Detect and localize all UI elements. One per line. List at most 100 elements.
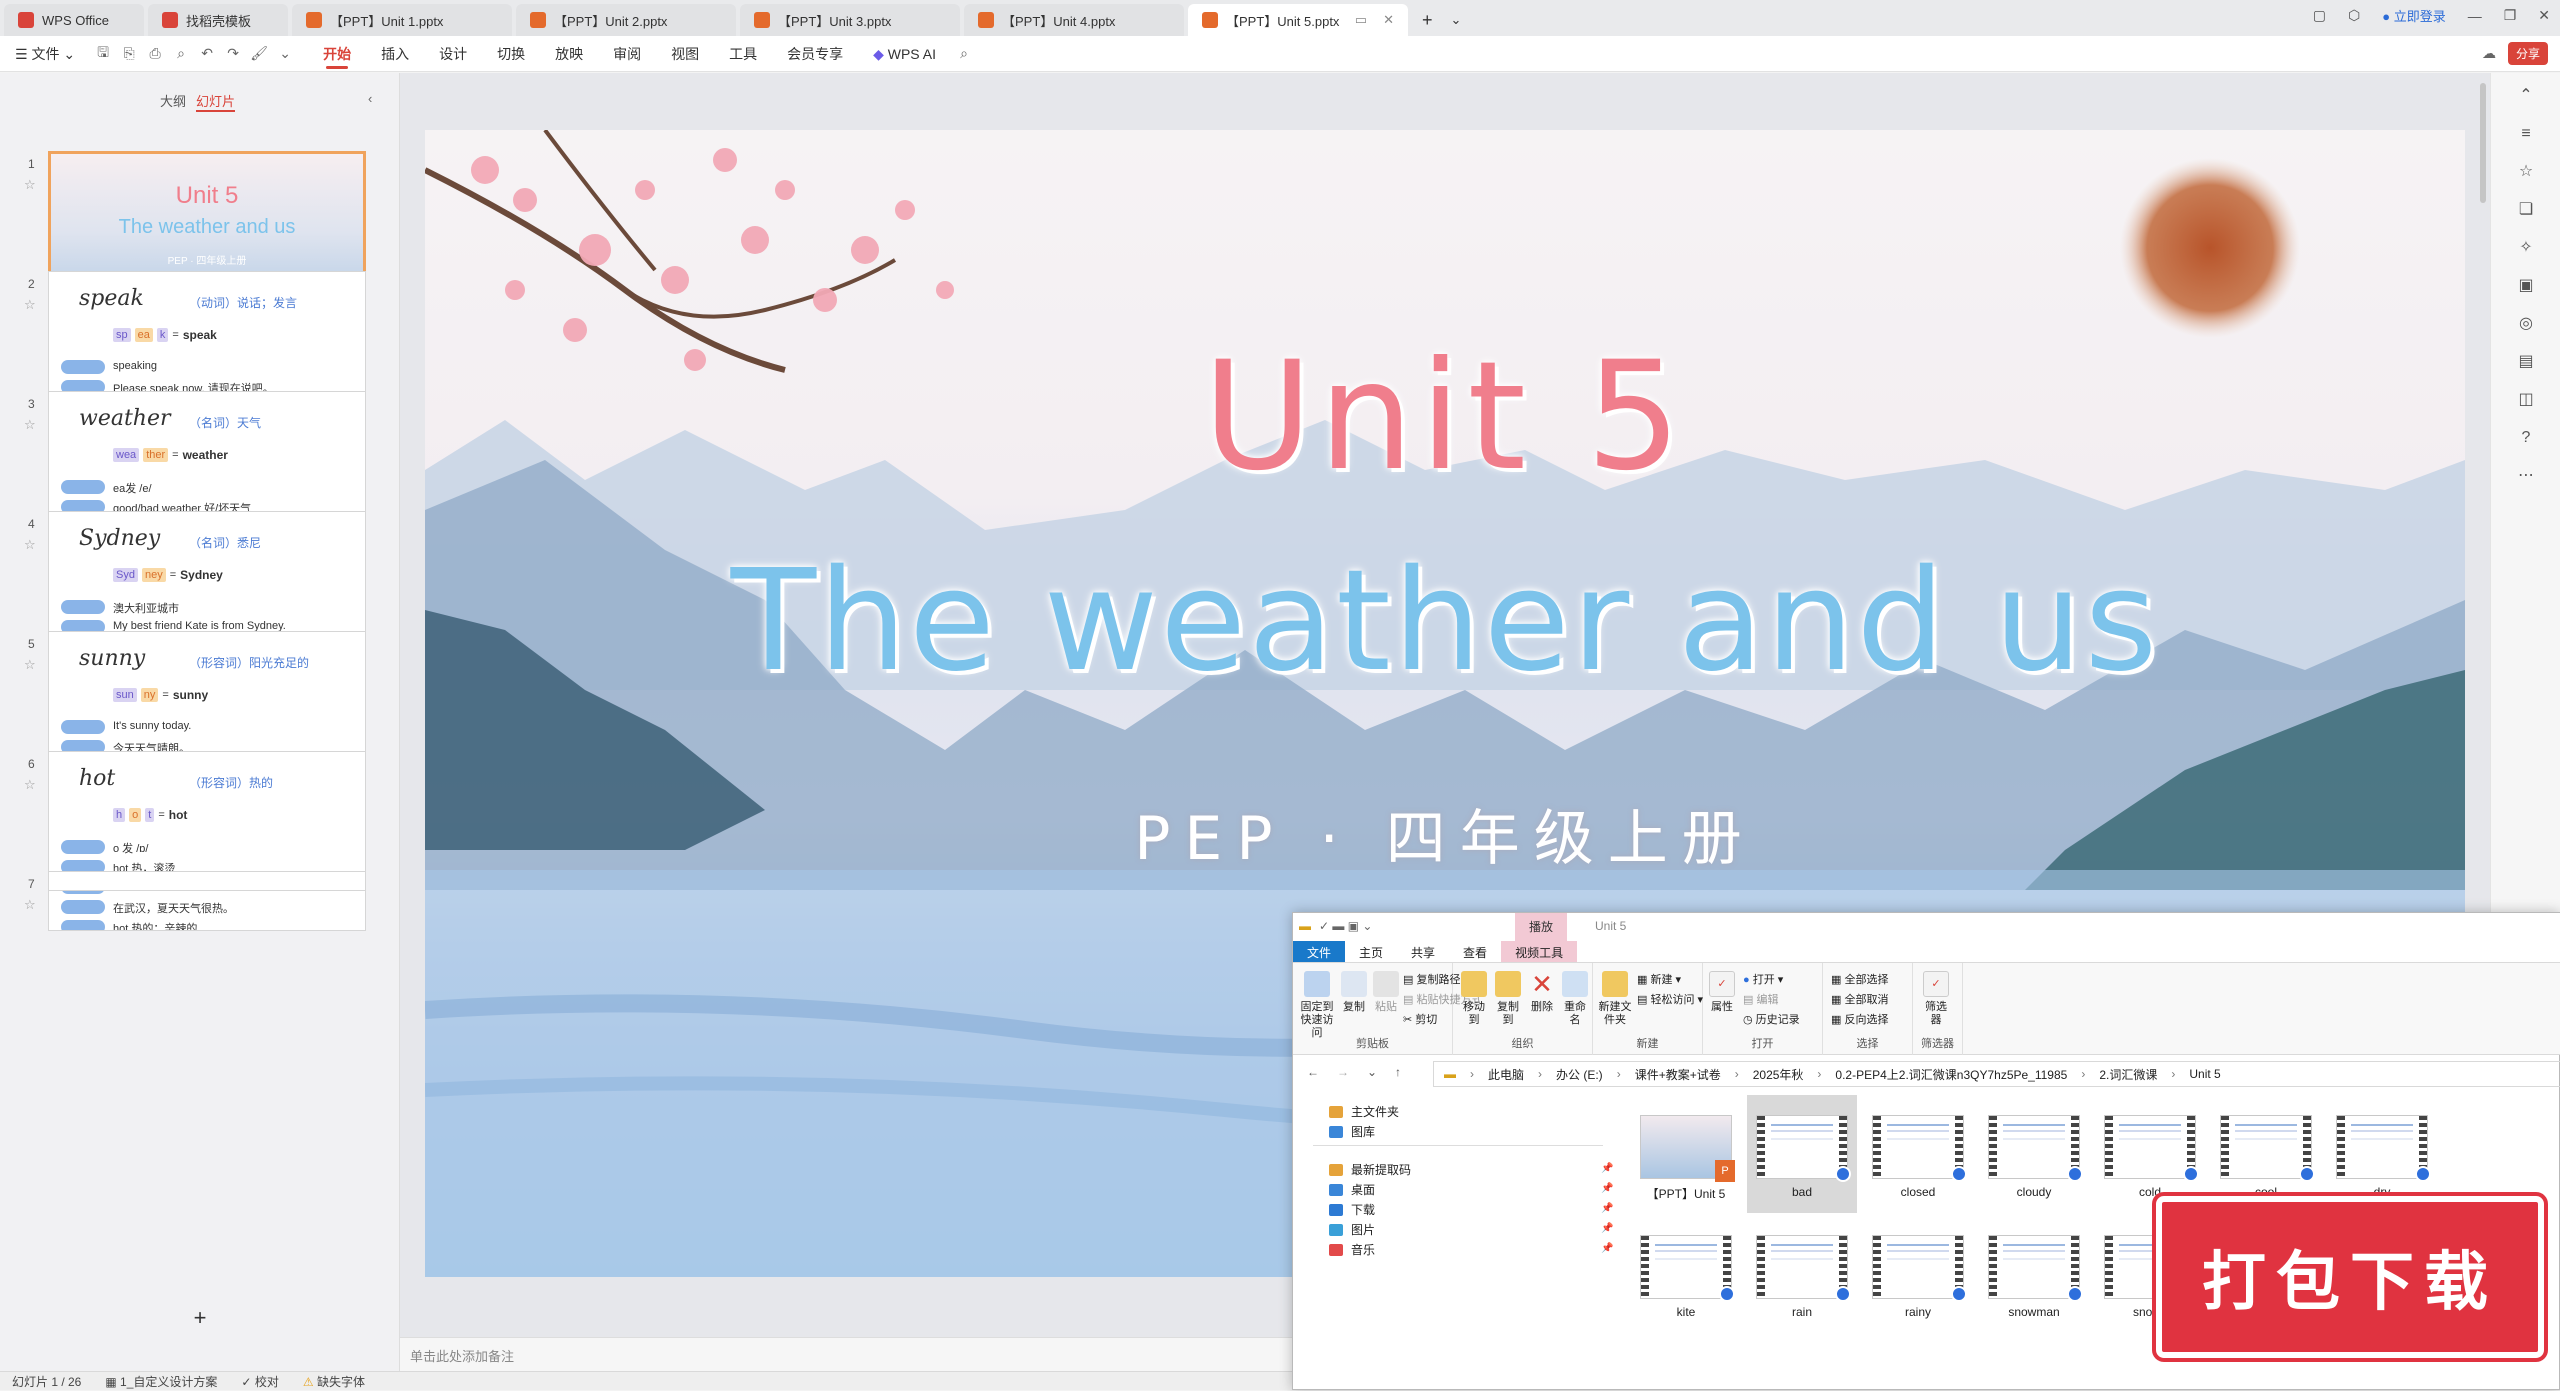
layers-icon[interactable]: ❏ — [2513, 197, 2539, 223]
tab-0[interactable]: WPS Office — [4, 4, 144, 36]
move-to-button[interactable]: 移动到 — [1459, 971, 1489, 1027]
proofread-button[interactable]: ✓ 校对 — [241, 1373, 278, 1390]
menu-item-1[interactable]: 插入 — [366, 36, 424, 72]
explorer-tab-4[interactable]: 视频工具 — [1501, 941, 1578, 962]
edit-button[interactable]: ▤ 编辑 — [1743, 991, 1778, 1007]
tab-4[interactable]: 【PPT】Unit 3.pptx — [740, 4, 960, 36]
nav-item[interactable]: 最新提取码 — [1329, 1161, 1411, 1178]
star-icon[interactable]: ☆ — [24, 897, 36, 913]
select-none-button[interactable]: ▦ 全部取消 — [1831, 991, 1888, 1007]
history-chevron-icon[interactable]: ⌄ — [1367, 1065, 1377, 1079]
file-item[interactable]: rain — [1747, 1215, 1857, 1333]
file-item[interactable]: cloudy — [1979, 1095, 2089, 1213]
menu-item-0[interactable]: 开始 — [308, 36, 366, 72]
collapse-arrow-icon[interactable]: ⌃ — [2513, 83, 2539, 109]
tab-5[interactable]: 【PPT】Unit 4.pptx — [964, 4, 1184, 36]
select-all-button[interactable]: ▦ 全部选择 — [1831, 971, 1888, 987]
file-menu[interactable]: ☰ 文件 ⌄ — [0, 36, 90, 72]
forward-icon[interactable]: → — [1337, 1065, 1349, 1079]
format-painter-icon[interactable]: 🖌 — [246, 45, 272, 62]
nav-item[interactable]: 桌面 — [1329, 1181, 1375, 1198]
more-icon[interactable]: ⋯ — [2513, 463, 2539, 489]
menu-item-3[interactable]: 切换 — [482, 36, 540, 72]
file-item[interactable]: P 【PPT】Unit 5 — [1631, 1095, 1741, 1213]
more-chevron-icon[interactable]: ⌄ — [272, 45, 298, 62]
slide-thumbnail[interactable]: hot（形容词）热的hot=hoto 发 /ɒ/hot 热，滚烫In Wuhan… — [48, 751, 366, 931]
wps-ai-menu[interactable]: ◆ WPS AI — [858, 36, 951, 72]
star-icon[interactable]: ☆ — [24, 177, 36, 193]
path-segment[interactable]: Unit 5 — [2189, 1067, 2220, 1081]
tab-outline[interactable]: 大纲 — [160, 91, 186, 110]
file-item[interactable]: rainy — [1863, 1215, 1973, 1333]
export-icon[interactable]: ⎘ — [116, 45, 142, 62]
print-icon[interactable]: ⎙ — [142, 45, 168, 62]
magic-icon[interactable]: ✧ — [2513, 235, 2539, 261]
explorer-tab-0[interactable]: 文件 — [1293, 941, 1346, 962]
tab-3[interactable]: 【PPT】Unit 2.pptx — [516, 4, 736, 36]
address-path[interactable]: ▬ › 此电脑 › 办公 (E:) › 课件+教案+试卷 › 2025年秋 › 0.2-PEP4上… — [1433, 1061, 2560, 1087]
pin-icon[interactable]: 📌 — [1601, 1243, 1613, 1254]
animation-icon[interactable]: ◎ — [2513, 311, 2539, 337]
up-icon[interactable]: ↑ — [1395, 1065, 1401, 1079]
star-icon[interactable]: ☆ — [24, 297, 36, 313]
tab-6[interactable]: 【PPT】Unit 5.pptx ▭ ✕ — [1188, 4, 1408, 36]
redo-icon[interactable]: ↷ — [220, 45, 246, 62]
file-item[interactable]: snowman — [1979, 1215, 2089, 1333]
preview-icon[interactable]: ⌕ — [168, 45, 194, 62]
menu-item-8[interactable]: 会员专享 — [772, 36, 858, 72]
path-segment[interactable]: 2025年秋 — [1753, 1066, 1804, 1083]
close-tab-icon[interactable]: ✕ — [1383, 12, 1394, 28]
menu-item-7[interactable]: 工具 — [714, 36, 772, 72]
undo-icon[interactable]: ↶ — [194, 45, 220, 62]
slide-footer[interactable]: PEP · 四年级上册 — [425, 790, 2465, 877]
path-segment[interactable]: 0.2-PEP4上2.词汇微课n3QY7hz5Pe_11985 — [1835, 1066, 2067, 1083]
menu-item-2[interactable]: 设计 — [424, 36, 482, 72]
tab-list-chevron[interactable]: ⌄ — [1447, 4, 1466, 36]
nav-item[interactable]: 下载 — [1329, 1201, 1375, 1218]
explorer-tab-2[interactable]: 共享 — [1397, 941, 1449, 962]
invert-selection-button[interactable]: ▦ 反向选择 — [1831, 1011, 1888, 1027]
book-icon[interactable]: ▤ — [2513, 349, 2539, 375]
missing-font-button[interactable]: ⚠ 缺失字体 — [303, 1373, 365, 1390]
back-icon[interactable]: ← — [1307, 1065, 1319, 1079]
history-button[interactable]: ◷ 历史记录 — [1743, 1011, 1800, 1027]
image-icon[interactable]: ▣ — [2513, 273, 2539, 299]
share-button[interactable]: 分享 — [2507, 42, 2548, 65]
slide-thumbnail[interactable] — [48, 871, 366, 891]
rename-button[interactable]: 重命名 — [1559, 971, 1591, 1027]
add-slide-button[interactable]: + — [0, 1305, 400, 1341]
explorer-tab-3[interactable]: 查看 — [1449, 941, 1501, 962]
minimize-button[interactable]: — — [2468, 8, 2482, 24]
star-icon[interactable]: ☆ — [2513, 159, 2539, 185]
pin-icon[interactable]: 📌 — [1601, 1183, 1613, 1194]
download-stamp[interactable]: 打包下载 — [2152, 1192, 2548, 1362]
file-item[interactable]: kite — [1631, 1215, 1741, 1333]
slide-subtitle[interactable]: The weather and us — [425, 540, 2465, 703]
tab-1[interactable]: 找稻壳模板 — [148, 4, 288, 36]
menu-item-6[interactable]: 视图 — [656, 36, 714, 72]
path-segment[interactable]: 办公 (E:) — [1556, 1066, 1603, 1083]
star-icon[interactable]: ☆ — [24, 537, 36, 553]
explorer-tab-1[interactable]: 主页 — [1345, 941, 1397, 962]
quick-access-icons[interactable]: ✓ ▬ ▣ ⌄ — [1319, 919, 1372, 933]
star-icon[interactable]: ☆ — [24, 657, 36, 673]
delete-button[interactable]: ✕ 删除 — [1527, 971, 1557, 1014]
path-segment[interactable]: 2.词汇微课 — [2099, 1066, 2157, 1083]
tab-2[interactable]: 【PPT】Unit 1.pptx — [292, 4, 512, 36]
nav-item[interactable]: 图库 — [1329, 1123, 1375, 1140]
cut-button[interactable]: ✂ 剪切 — [1403, 1011, 1437, 1027]
new-tab-button[interactable]: + — [1412, 4, 1443, 36]
pin-icon[interactable]: 📌 — [1601, 1163, 1613, 1174]
nav-item[interactable]: 图片 — [1329, 1221, 1375, 1238]
transition-icon[interactable]: ◫ — [2513, 387, 2539, 413]
paste-button[interactable]: 粘贴 — [1371, 971, 1401, 1014]
file-item[interactable]: bad — [1747, 1095, 1857, 1213]
star-icon[interactable]: ☆ — [24, 417, 36, 433]
save-icon[interactable]: 🖫 — [90, 42, 116, 66]
path-segment[interactable]: 此电脑 — [1488, 1066, 1524, 1083]
open-button[interactable]: ● 打开 ▾ — [1743, 971, 1783, 987]
new-folder-button[interactable]: 新建文件夹 — [1597, 971, 1633, 1027]
close-window-button[interactable]: ✕ — [2538, 7, 2550, 24]
nav-item[interactable]: 音乐 — [1329, 1241, 1375, 1258]
pin-quick-access-button[interactable]: 固定到快速访问 — [1297, 971, 1337, 1040]
